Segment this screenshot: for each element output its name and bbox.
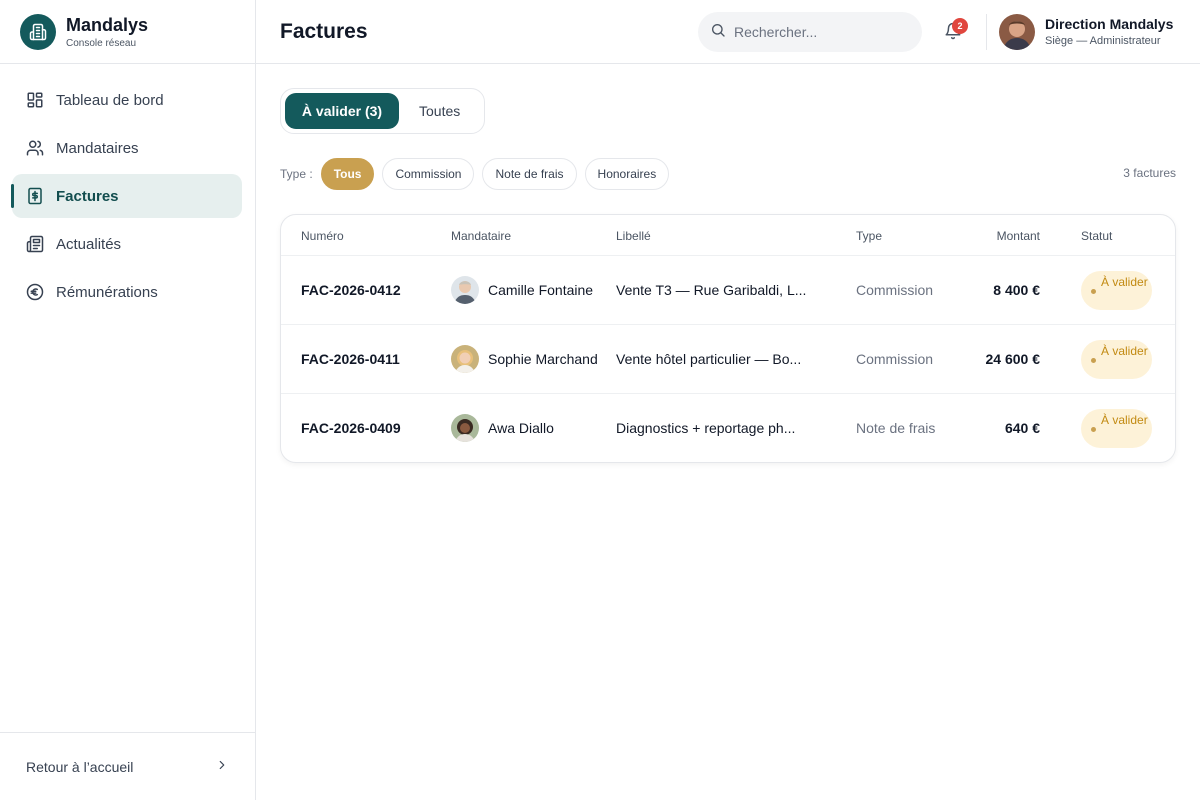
building-logo-icon bbox=[20, 13, 56, 50]
sidebar-item-label: Rémunérations bbox=[56, 283, 158, 301]
avatar bbox=[451, 276, 479, 304]
sidebar-item-factures[interactable]: Factures bbox=[11, 174, 242, 218]
agent-cell: Sophie Marchand bbox=[451, 345, 598, 373]
page-title: Factures bbox=[280, 19, 368, 43]
chevron-right-icon bbox=[215, 758, 229, 775]
sidebar-nav: Tableau de bord Mandataires Factures Act… bbox=[0, 64, 255, 314]
status-badge: À valider bbox=[1081, 340, 1152, 379]
sidebar-item-remunerations[interactable]: Rémunérations bbox=[12, 270, 242, 314]
agent-name: Sophie Marchand bbox=[488, 351, 598, 367]
column-header-type[interactable]: Type bbox=[856, 229, 882, 243]
agent-name: Awa Diallo bbox=[488, 420, 554, 436]
top-header: Factures 2 Direction Mandalys Siège — Ad… bbox=[256, 0, 1200, 64]
search-icon bbox=[710, 22, 726, 43]
brand-subtitle: Console réseau bbox=[66, 37, 137, 49]
invoice-amount: 640 € bbox=[1004, 420, 1040, 436]
invoice-tabs: À valider (3) Toutes bbox=[280, 88, 485, 134]
sidebar-item-label: Actualités bbox=[56, 235, 122, 253]
status-badge: À valider bbox=[1081, 271, 1152, 310]
invoice-number: FAC-2026-0412 bbox=[301, 282, 401, 298]
sidebar-item-label: Mandataires bbox=[56, 139, 139, 157]
back-home-label: Retour à l’accueil bbox=[26, 758, 134, 775]
avatar bbox=[451, 414, 479, 442]
sidebar-item-label: Factures bbox=[56, 187, 119, 205]
search-input[interactable] bbox=[734, 24, 904, 40]
filter-label: Type : bbox=[280, 167, 313, 181]
invoice-label: Vente T3 — Rue Garibaldi, L... bbox=[616, 282, 807, 298]
user-role: Siège — Administrateur bbox=[1045, 35, 1161, 47]
invoice-type: Note de frais bbox=[856, 420, 936, 436]
sidebar-item-mandataires[interactable]: Mandataires bbox=[12, 126, 242, 170]
sidebar-item-actualites[interactable]: Actualités bbox=[12, 222, 242, 266]
invoice-label: Vente hôtel particulier — Bo... bbox=[616, 351, 802, 367]
filter-chip-commission[interactable]: Commission bbox=[382, 158, 475, 190]
table-header: Numéro Mandataire Libellé Type Montant S… bbox=[281, 215, 1175, 256]
back-home-link[interactable]: Retour à l’accueil bbox=[0, 732, 255, 800]
invoice-type: Commission bbox=[856, 351, 934, 367]
tab-toutes[interactable]: Toutes bbox=[403, 93, 476, 129]
table-row[interactable]: FAC-2026-0409 Awa Diallo Diagnostics + r… bbox=[281, 394, 1175, 462]
column-header-statut[interactable]: Statut bbox=[1081, 229, 1112, 243]
dashboard-icon bbox=[26, 91, 44, 109]
sidebar-item-label: Tableau de bord bbox=[56, 91, 164, 109]
brand: Mandalys Console réseau bbox=[0, 0, 255, 64]
avatar bbox=[451, 345, 479, 373]
header-divider bbox=[986, 14, 987, 50]
invoice-count: 3 factures bbox=[1123, 166, 1176, 180]
filter-chip-honoraires[interactable]: Honoraires bbox=[584, 158, 670, 190]
invoice-number: FAC-2026-0409 bbox=[301, 420, 401, 436]
invoice-type: Commission bbox=[856, 282, 934, 298]
sidebar: Mandalys Console réseau Tableau de bord … bbox=[0, 0, 256, 800]
invoice-number: FAC-2026-0411 bbox=[301, 351, 400, 367]
invoice-amount: 24 600 € bbox=[985, 351, 1041, 367]
user-avatar[interactable] bbox=[999, 14, 1035, 50]
table-row[interactable]: FAC-2026-0412 Camille Fontaine Vente T3 … bbox=[281, 256, 1175, 325]
users-icon bbox=[26, 139, 44, 157]
brand-name: Mandalys bbox=[66, 14, 149, 35]
filter-chip-note-de-frais[interactable]: Note de frais bbox=[482, 158, 577, 190]
newspaper-icon bbox=[26, 235, 44, 253]
column-header-mandataire[interactable]: Mandataire bbox=[451, 229, 511, 243]
euro-icon bbox=[26, 283, 44, 301]
column-header-libelle[interactable]: Libellé bbox=[616, 229, 651, 243]
invoice-table: Numéro Mandataire Libellé Type Montant S… bbox=[280, 214, 1176, 463]
sidebar-item-tableau-de-bord[interactable]: Tableau de bord bbox=[12, 78, 242, 122]
filter-chip-tous[interactable]: Tous bbox=[320, 158, 375, 190]
status-badge: À valider bbox=[1081, 409, 1152, 448]
invoice-label: Diagnostics + reportage ph... bbox=[616, 420, 796, 436]
table-row[interactable]: FAC-2026-0411 Sophie Marchand Vente hôte… bbox=[281, 325, 1175, 394]
agent-cell: Camille Fontaine bbox=[451, 276, 593, 304]
invoice-icon bbox=[26, 187, 44, 205]
agent-cell: Awa Diallo bbox=[451, 414, 554, 442]
type-filters: Type : Tous Commission Note de frais Hon… bbox=[280, 158, 670, 190]
column-header-numero[interactable]: Numéro bbox=[301, 229, 344, 243]
notification-badge: 2 bbox=[952, 18, 968, 34]
column-header-montant[interactable]: Montant bbox=[997, 229, 1040, 243]
invoice-amount: 8 400 € bbox=[993, 282, 1040, 298]
agent-name: Camille Fontaine bbox=[488, 282, 594, 298]
tab-a-valider[interactable]: À valider (3) bbox=[285, 93, 399, 129]
search-box[interactable] bbox=[698, 12, 922, 52]
user-name: Direction Mandalys bbox=[1045, 16, 1174, 32]
